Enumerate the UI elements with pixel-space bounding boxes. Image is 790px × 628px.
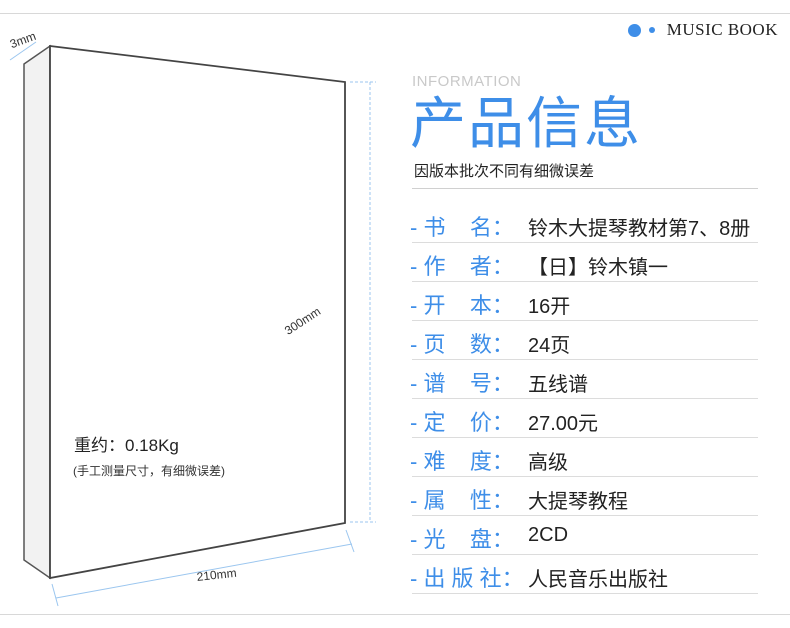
- detail-row-publisher: - 出 版 社： 人民音乐出版社: [410, 555, 758, 594]
- page-subtitle: 因版本批次不同有细微误差: [414, 163, 595, 180]
- detail-label: - 谱 号：: [410, 371, 514, 396]
- brand: MUSIC BOOK: [627, 20, 778, 40]
- detail-row-category: - 属 性： 大提琴教程: [410, 477, 758, 516]
- brand-text: MUSIC BOOK: [666, 20, 778, 39]
- detail-label: - 定 价：: [410, 410, 514, 435]
- detail-row-notation: - 谱 号： 五线谱: [410, 360, 758, 399]
- book-cover: [49, 44, 346, 580]
- detail-label: - 开 本：: [410, 293, 514, 318]
- brand-dot-small-icon: [648, 27, 655, 33]
- detail-label: - 属 性：: [410, 488, 514, 513]
- detail-value: 27.00元: [528, 413, 599, 435]
- brand-dot-large-icon: [627, 23, 641, 37]
- title-divider: [412, 188, 758, 189]
- height-dimension-line: [350, 81, 376, 523]
- detail-value: 24页: [528, 335, 571, 357]
- detail-value: 16开: [528, 296, 571, 318]
- detail-row-author: - 作 者： 【日】铃木镇一: [410, 243, 758, 282]
- detail-label: - 作 者：: [410, 254, 514, 279]
- detail-row-price: - 定 价： 27.00元: [410, 399, 758, 438]
- detail-value: 2CD: [528, 524, 569, 546]
- detail-row-disc: - 光 盘： 2CD: [410, 516, 758, 555]
- detail-value: 高级: [528, 452, 568, 474]
- detail-value: 大提琴教程: [528, 491, 628, 513]
- detail-row-format: - 开 本： 16开: [410, 282, 758, 321]
- detail-label: - 书 名：: [410, 215, 514, 240]
- detail-value: 铃木大提琴教材第7、8册: [528, 218, 751, 240]
- weight-text: 重约：0.18Kg: [74, 436, 179, 455]
- detail-row-pages: - 页 数： 24页: [410, 321, 758, 360]
- detail-label: - 难 度：: [410, 449, 514, 474]
- book-spine: [23, 44, 51, 580]
- detail-label: - 光 盘：: [410, 527, 514, 552]
- detail-label: - 页 数：: [410, 332, 514, 357]
- detail-value: 五线谱: [528, 374, 588, 396]
- details-list: - 书 名： 铃木大提琴教材第7、8册 - 作 者： 【日】铃木镇一 - 开 本…: [410, 204, 758, 594]
- book-illustration: [9, 41, 376, 607]
- info-label-en: INFORMATION: [412, 73, 522, 90]
- row-divider: [412, 593, 758, 594]
- detail-value: 人民音乐出版社: [528, 569, 668, 591]
- detail-label: - 出 版 社：: [410, 566, 524, 591]
- page-title: 产品信息: [410, 92, 642, 155]
- detail-row-title: - 书 名： 铃木大提琴教材第7、8册: [410, 204, 758, 243]
- detail-value: 【日】铃木镇一: [528, 257, 668, 279]
- detail-row-difficulty: - 难 度： 高级: [410, 438, 758, 477]
- weight-note: (手工测量尺寸，有细微误差): [73, 464, 225, 478]
